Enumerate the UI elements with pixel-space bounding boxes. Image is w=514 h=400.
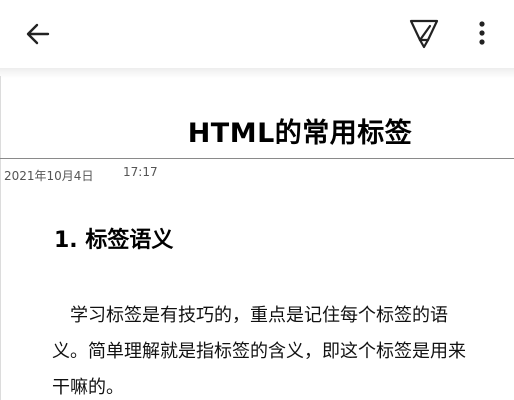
- title-divider: [0, 158, 514, 159]
- body-paragraph: 学习标签是有技巧的，重点是记住每个标签的语义。简单理解就是指标签的含义，即这个标…: [52, 305, 466, 398]
- back-button[interactable]: [22, 18, 54, 50]
- more-vertical-icon: [479, 21, 485, 45]
- more-options-button[interactable]: [468, 16, 496, 52]
- arrow-left-icon: [26, 23, 50, 45]
- pen-icon: [409, 19, 439, 49]
- app-bar-shadow: [0, 68, 514, 78]
- pen-button[interactable]: [404, 14, 444, 54]
- section-heading: 1. 标签语义: [54, 228, 174, 253]
- document-title: HTML的常用标签: [187, 118, 413, 149]
- document-date: 2021年10月4日: [4, 169, 94, 183]
- document-time: 17:17: [123, 165, 158, 179]
- app-bar: [0, 0, 514, 68]
